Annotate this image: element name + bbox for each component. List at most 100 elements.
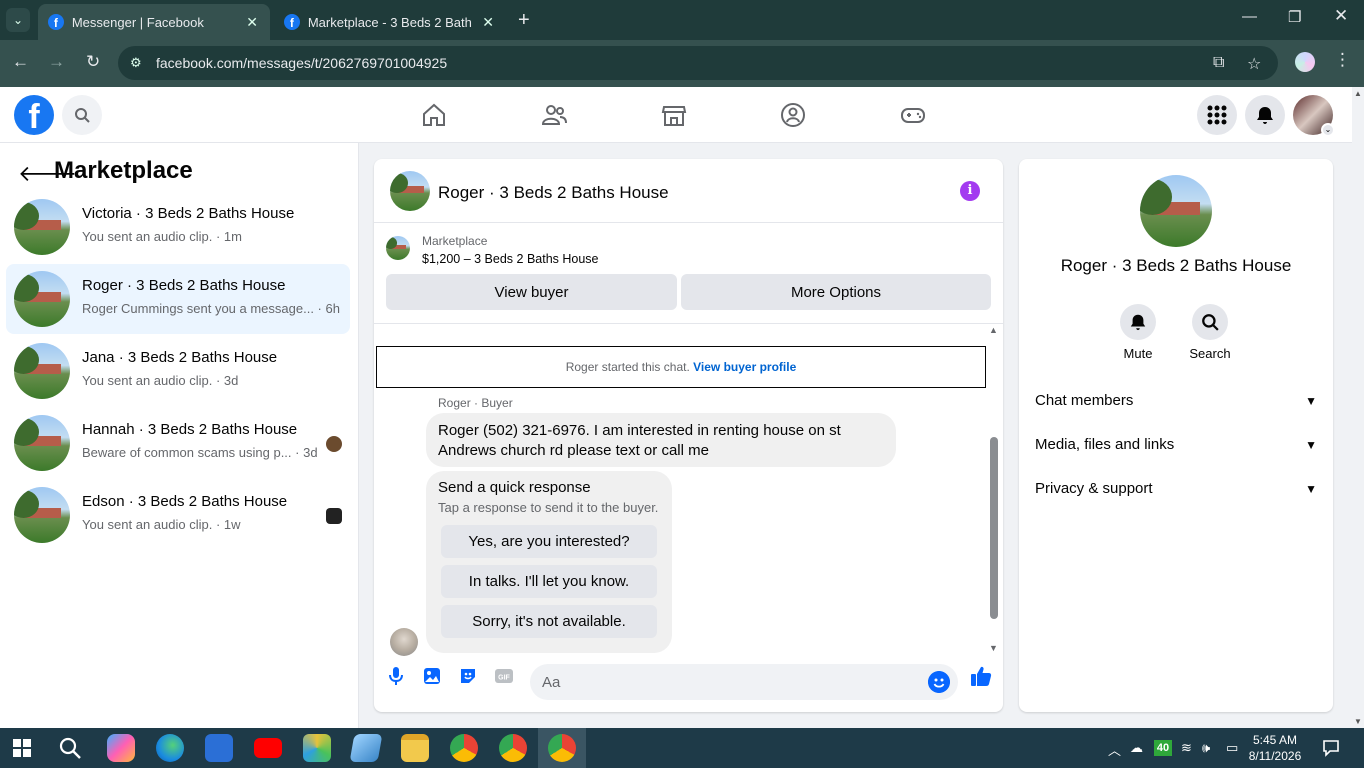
tray-badge[interactable]: 40 [1154,740,1172,756]
site-settings-icon[interactable]: ⚙ [130,55,146,71]
scroll-up-icon[interactable]: ▲ [1354,89,1362,98]
notifications-bell-icon[interactable] [1245,95,1285,135]
tray-overflow-icon[interactable]: ︿ [1108,740,1121,759]
more-options-button[interactable]: More Options [681,274,991,310]
youtube-icon[interactable] [254,738,282,758]
maximize-icon[interactable]: ❐ [1288,8,1301,26]
search-chat-button[interactable]: Search [1180,304,1240,361]
browser-menu-icon[interactable]: ⋮ [1334,50,1351,70]
reload-icon[interactable]: ↻ [86,52,100,72]
marketplace-listing-card: Marketplace $1,200 – 3 Beds 2 Baths Hous… [374,224,1003,324]
close-window-icon[interactable]: ✕ [1334,6,1348,26]
bookmark-star-icon[interactable]: ☆ [1247,54,1261,74]
home-icon[interactable] [420,101,448,129]
section-media-files-links[interactable]: Media, files and links ▼ [1035,436,1317,460]
chevron-down-icon: ▼ [1305,438,1317,452]
tab-title: Marketplace - 3 Beds 2 Baths H [307,14,472,30]
listing-thumbnail [386,236,410,260]
page-scrollbar[interactable]: ▲ ▼ [1352,87,1364,728]
notepad-icon[interactable] [349,734,383,762]
emoji-icon[interactable] [928,671,950,693]
info-icon[interactable]: i [960,181,980,201]
browser-profile-avatar[interactable] [1295,52,1315,72]
chat-title[interactable]: Roger · 3 Beds 2 Baths House [438,183,669,203]
scroll-down-icon[interactable]: ▼ [989,643,998,653]
section-chat-members[interactable]: Chat members ▼ [1035,392,1317,416]
taskbar-search-icon[interactable] [59,737,81,759]
sender-avatar[interactable] [390,628,418,656]
url-omnibox[interactable]: ⚙ facebook.com/messages/t/20627697010049… [118,46,1278,80]
account-avatar[interactable]: ⌄ [1293,95,1335,137]
microphone-icon[interactable] [386,666,406,686]
sticker-icon[interactable] [458,666,478,686]
tab-search-dropdown-icon[interactable]: ⌄ [6,8,30,32]
listing-thumbnail [14,271,70,327]
friends-icon[interactable] [540,101,568,129]
chat-scrollbar[interactable]: ▲ ▼ [988,325,1000,653]
message-input-placeholder: Aa [542,674,561,691]
conversation-name: Victoria · 3 Beds 2 Baths House [82,205,295,222]
listing-price-title[interactable]: $1,200 – 3 Beds 2 Baths House [422,252,599,266]
browser-tab-messenger[interactable]: f Messenger | Facebook ✕ [38,4,270,40]
scroll-up-icon[interactable]: ▲ [989,325,998,335]
chat-started-notice: Roger started this chat. View buyer prof… [376,346,986,388]
section-label: Chat members [1035,392,1134,409]
marketplace-icon[interactable] [660,101,688,129]
view-buyer-button[interactable]: View buyer [386,274,677,310]
edge-browser-icon[interactable] [156,734,184,762]
new-tab-icon[interactable]: + [518,9,530,32]
system-clock[interactable]: 5:45 AM 8/11/2026 [1240,732,1310,764]
install-app-icon[interactable]: ⧉ [1213,54,1224,72]
microsoft-store-icon[interactable] [205,734,233,762]
message-input[interactable]: Aa [530,664,958,700]
facebook-logo-icon[interactable]: f [14,95,54,135]
facebook-favicon-icon: f [284,14,300,30]
browser-tab-marketplace[interactable]: f Marketplace - 3 Beds 2 Baths H ✕ [274,4,506,40]
minimize-icon[interactable]: — [1242,8,1257,25]
gif-icon[interactable]: GIF [494,666,514,686]
close-tab-icon[interactable]: ✕ [244,14,260,31]
conversation-item-roger[interactable]: Roger · 3 Beds 2 Baths House Roger Cummi… [6,264,350,334]
wifi-icon[interactable]: ≋ [1181,740,1192,756]
conversation-item-victoria[interactable]: Victoria · 3 Beds 2 Baths House You sent… [6,192,350,262]
conversation-item-hannah[interactable]: Hannah · 3 Beds 2 Baths House Beware of … [6,408,350,478]
scrollbar-thumb[interactable] [990,437,998,619]
conversation-item-jana[interactable]: Jana · 3 Beds 2 Baths House You sent an … [6,336,350,406]
back-arrow-icon[interactable]: ← [12,52,29,72]
chrome-profile-icon[interactable] [499,734,527,762]
photo-icon[interactable] [422,666,442,686]
section-privacy-support[interactable]: Privacy & support ▼ [1035,480,1317,504]
close-tab-icon[interactable]: ✕ [480,14,496,31]
gaming-icon[interactable] [899,101,927,129]
listing-thumbnail[interactable] [390,171,430,211]
file-explorer-icon[interactable] [401,734,429,762]
forward-arrow-icon[interactable]: → [48,52,65,72]
conversation-item-edson[interactable]: Edson · 3 Beds 2 Baths House You sent an… [6,480,350,550]
browser-address-bar: ← → ↻ ⚙ facebook.com/messages/t/20627697… [0,40,1364,87]
view-buyer-profile-link[interactable]: View buyer profile [693,360,796,374]
conversation-preview: You sent an audio clip. · 3d [82,373,239,388]
mute-button[interactable]: Mute [1108,304,1168,361]
copilot-icon[interactable] [107,734,135,762]
battery-icon[interactable]: ▭ [1226,740,1238,756]
thumbs-up-icon[interactable] [970,665,992,687]
quick-response-card: Send a quick response Tap a response to … [426,471,672,653]
menu-grid-icon[interactable] [1197,95,1237,135]
chrome-icon[interactable] [450,734,478,762]
quick-reply-button[interactable]: Sorry, it's not available. [441,605,657,638]
message-text-line: Roger (502) 321-6976. I am interested in… [438,422,841,439]
quick-reply-button[interactable]: In talks. I'll let you know. [441,565,657,598]
section-label: Privacy & support [1035,480,1153,497]
groups-icon[interactable] [779,101,807,129]
scroll-down-icon[interactable]: ▼ [1354,717,1362,726]
quick-reply-button[interactable]: Yes, are you interested? [441,525,657,558]
windows-start-icon[interactable] [13,739,31,757]
conversation-preview: You sent an audio clip. · 1m [82,229,242,244]
chrome-active-icon[interactable] [548,734,576,762]
search-icon[interactable] [62,95,102,135]
notification-center-icon[interactable] [1322,739,1340,757]
volume-icon[interactable]: 🕪 [1202,740,1210,756]
tab-title: Messenger | Facebook [71,14,204,30]
onedrive-icon[interactable]: ☁ [1130,740,1143,756]
solitaire-icon[interactable] [303,734,331,762]
